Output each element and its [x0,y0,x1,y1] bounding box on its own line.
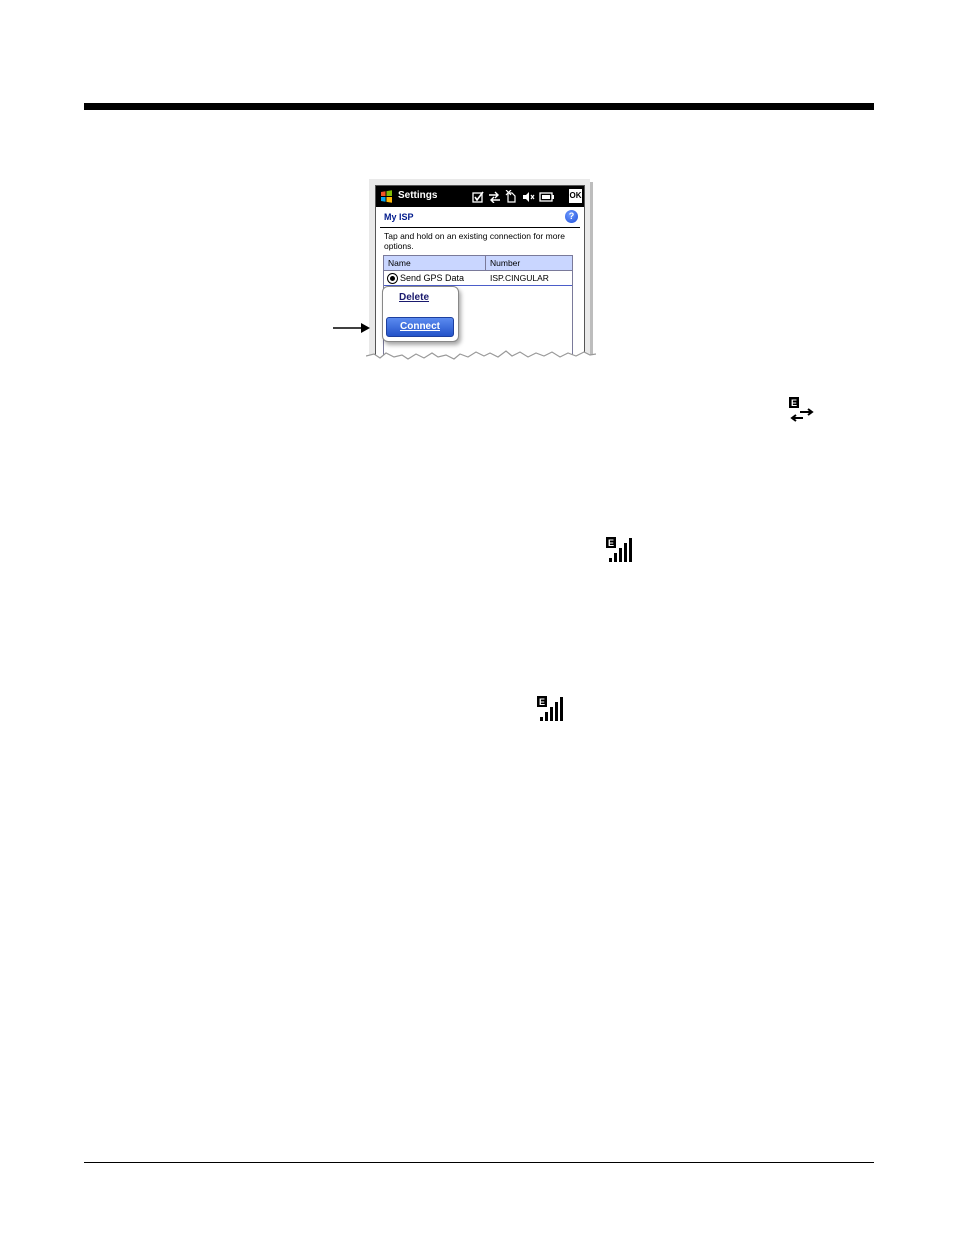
torn-edge [366,350,596,372]
no-sim-icon[interactable] [505,190,518,203]
edge-signal-icon: E [537,696,563,721]
radio-selected-icon[interactable] [387,273,398,284]
title-bar: Settings OK [376,186,584,207]
connection-number: ISP.CINGULAR [490,273,549,283]
status-icons [472,189,555,204]
checkbox-status-icon[interactable] [472,191,484,203]
window-title: Settings [398,190,438,201]
volume-muted-icon[interactable] [522,191,535,203]
column-divider [485,256,486,270]
ok-button[interactable]: OK [569,189,582,203]
list-header: Name Number [384,256,572,271]
list-item[interactable]: Send GPS Data ISP.CINGULAR [384,271,572,286]
column-header-number[interactable]: Number [490,258,520,268]
page-title: My ISP [384,212,414,222]
edge-letter: E [791,398,797,408]
instructions-text: Tap and hold on an existing connection f… [384,231,565,251]
battery-icon[interactable] [539,191,555,202]
header-rule [84,103,874,110]
edge-signal-icon: E [606,537,632,562]
callout-arrow-icon [333,323,370,333]
title-divider [380,227,580,228]
edge-letter: E [608,538,614,548]
delete-menu-item[interactable]: Delete [399,292,429,303]
connect-menu-item[interactable]: Connect [386,317,454,337]
footer-rule [84,1162,874,1163]
edge-data-transfer-icon: E [789,397,814,422]
column-header-name[interactable]: Name [388,258,411,268]
windows-start-icon[interactable] [380,190,393,203]
context-menu: Delete Connect [382,286,459,342]
edge-letter: E [539,697,545,707]
delete-label: Delete [399,292,430,303]
connection-name: Send GPS Data [400,273,465,283]
connectivity-icon[interactable] [488,191,501,203]
help-icon[interactable]: ? [565,210,578,223]
connect-label: Connect [400,321,440,332]
